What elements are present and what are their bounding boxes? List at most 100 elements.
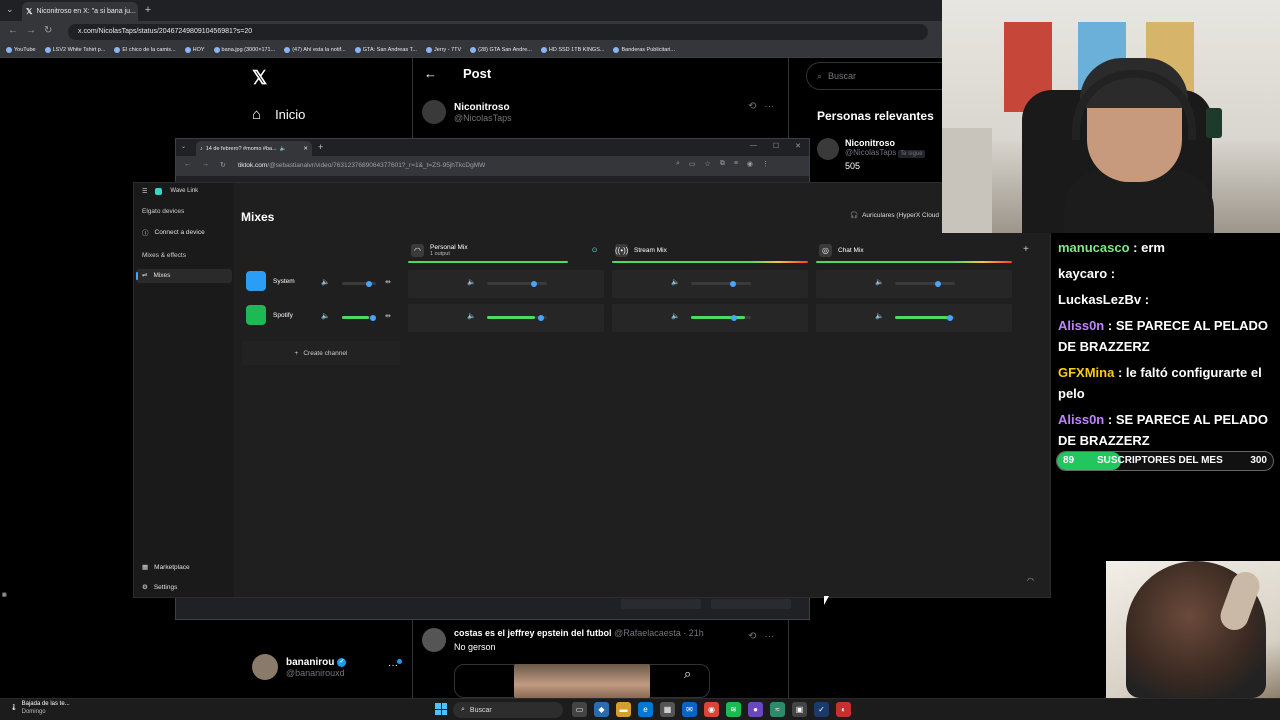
mix-header-stream[interactable]: ((•)) Stream Mix: [615, 237, 807, 263]
bookmark-item[interactable]: (28) GTA San Andre...: [470, 47, 532, 53]
chrome-icon[interactable]: ◉: [704, 702, 719, 717]
bookmark-item[interactable]: Jerry - 7TV: [425, 47, 461, 53]
task-view-icon[interactable]: ▭: [572, 702, 587, 717]
file-explorer-icon[interactable]: ▬: [616, 702, 631, 717]
link-icon[interactable]: ⇹: [385, 312, 391, 320]
profile-icon[interactable]: ◉: [747, 160, 753, 168]
volume-knob[interactable]: [935, 280, 942, 287]
ear-icon[interactable]: ʘ: [592, 247, 597, 254]
mute-icon[interactable]: 🔈: [321, 278, 330, 286]
channel-system[interactable]: System: [246, 271, 295, 291]
add-mix-button[interactable]: +: [1023, 244, 1029, 255]
channel-spotify[interactable]: Spotify: [246, 305, 293, 325]
reply-image[interactable]: [514, 664, 650, 698]
volume-knob[interactable]: [538, 314, 544, 321]
media-icon[interactable]: ≡: [734, 160, 738, 168]
volume-slider[interactable]: [342, 280, 376, 287]
volume-knob[interactable]: [369, 314, 376, 321]
volume-knob[interactable]: [730, 280, 736, 287]
x-logo[interactable]: 𝕏: [252, 67, 267, 90]
chat-username[interactable]: GFXMina: [1058, 365, 1114, 380]
tab-close-icon[interactable]: ✕: [303, 146, 308, 152]
weather-widget[interactable]: 🌡 Bajada de las te... Domingo: [10, 700, 70, 716]
chat-username[interactable]: LuckasLezBv: [1058, 292, 1141, 307]
avatar[interactable]: [422, 100, 446, 124]
search-input[interactable]: ⌕ Buscar: [806, 62, 956, 90]
volume-slider[interactable]: [895, 280, 955, 287]
mute-icon[interactable]: 🔈: [875, 278, 884, 286]
volume-slider[interactable]: [342, 314, 376, 321]
bookmark-item[interactable]: bana.jpg (3000×171...: [213, 47, 275, 53]
grok-icon[interactable]: ⟲: [748, 101, 756, 112]
more-icon[interactable]: ···: [764, 631, 774, 642]
bookmark-star-icon[interactable]: ☆: [705, 160, 711, 168]
forward-icon[interactable]: →: [26, 25, 36, 36]
app-icon-red[interactable]: ◐: [836, 702, 851, 717]
chat-username[interactable]: manucasco: [1058, 240, 1130, 255]
sidebar-item-mixes[interactable]: ⇌ Mixes: [142, 271, 170, 280]
reload-icon[interactable]: ↻: [44, 25, 52, 36]
volume-knob[interactable]: [731, 314, 738, 321]
mute-icon[interactable]: 🔈: [671, 278, 680, 286]
bookmark-item[interactable]: Banderas Publicitari...: [613, 47, 675, 53]
maximize-icon[interactable]: ☐: [773, 142, 779, 150]
obs-icon[interactable]: ●: [748, 702, 763, 717]
new-tab-button[interactable]: +: [318, 142, 323, 152]
cast-icon[interactable]: ▭: [689, 160, 696, 168]
volume-slider[interactable]: [691, 314, 751, 321]
taskbar-search[interactable]: ⌕ Buscar: [453, 702, 563, 718]
feedback-icon[interactable]: ◠: [1027, 576, 1034, 585]
menu-icon[interactable]: ⋮: [762, 160, 769, 168]
tab-search-icon[interactable]: ⌄: [6, 4, 14, 15]
more-icon[interactable]: ···: [764, 101, 774, 112]
volume-slider[interactable]: [895, 314, 955, 321]
forward-icon[interactable]: →: [202, 161, 209, 168]
zoom-icon[interactable]: ⌕: [676, 160, 680, 168]
mix-header-personal[interactable]: ◠ Personal Mix 1 output ʘ: [411, 237, 603, 263]
mail-icon[interactable]: ✉: [682, 702, 697, 717]
bookmark-item[interactable]: (47) Ahí esta la notif...: [284, 47, 346, 53]
hamburger-icon[interactable]: ☰: [142, 188, 147, 195]
volume-slider[interactable]: [691, 280, 751, 287]
image-search-icon[interactable]: ⌕: [684, 666, 691, 682]
back-icon[interactable]: ←: [8, 25, 18, 36]
volume-knob[interactable]: [530, 280, 537, 287]
bookmark-item[interactable]: LSV2 White Tshirt p...: [44, 47, 105, 53]
mute-icon[interactable]: 🔈: [671, 312, 680, 320]
volume-knob[interactable]: [365, 280, 372, 287]
bookmark-item[interactable]: YouTube: [6, 47, 36, 53]
bookmark-item[interactable]: GTA: San Andreas T...: [354, 47, 417, 53]
copilot-icon[interactable]: ◆: [594, 702, 609, 717]
url-field[interactable]: x.com/NicolasTaps/status/204672498091045…: [68, 24, 928, 40]
app-icon[interactable]: ▣: [792, 702, 807, 717]
tab-tiktok[interactable]: ♪ 14 de febrero? #momo #ba... 🔈 ✕: [196, 141, 312, 156]
reload-icon[interactable]: ↻: [220, 161, 226, 169]
bookmark-item[interactable]: El chico de la camis...: [114, 47, 176, 53]
tab-x-post[interactable]: 𝕏 Niconitroso en X: "a si bana ju... ✕: [22, 2, 138, 21]
post-author[interactable]: Niconitroso @NicolasTaps: [422, 100, 512, 124]
mix-header-chat[interactable]: ◎ Chat Mix: [819, 237, 1011, 263]
account-switcher[interactable]: bananirou ✓ @bananirouxd: [252, 654, 347, 680]
link-icon[interactable]: ⇹: [385, 278, 391, 286]
nav-home[interactable]: ⌂ Inicio: [252, 106, 305, 123]
steam-icon[interactable]: ✓: [814, 702, 829, 717]
sidebar-item-settings[interactable]: ⚙ Settings: [142, 583, 177, 592]
sidebar-item-marketplace[interactable]: ▦ Marketplace: [142, 563, 190, 572]
minimize-icon[interactable]: —: [750, 142, 757, 150]
mute-icon[interactable]: 🔈: [875, 312, 884, 320]
back-arrow-icon[interactable]: ←: [424, 66, 437, 81]
output-device-selector[interactable]: 🎧 Auriculares (HyperX Cloud: [850, 211, 939, 220]
extensions-icon[interactable]: ⧉: [720, 160, 725, 168]
grok-icon[interactable]: ⟲: [748, 631, 756, 642]
volume-slider[interactable]: [487, 314, 547, 321]
windows-start-icon[interactable]: [435, 703, 447, 715]
reply-post[interactable]: costas es el jeffrey epstein del futbol …: [422, 628, 782, 652]
store-icon[interactable]: ▦: [660, 702, 675, 717]
relevant-user[interactable]: Niconitroso @NicolasTaps Te sigue 505: [817, 138, 925, 171]
tab-search-icon[interactable]: ⌄: [181, 143, 186, 150]
create-channel-button[interactable]: + Create channel: [242, 341, 400, 365]
new-tab-button[interactable]: +: [141, 3, 155, 17]
bookmark-item[interactable]: HD SSD 1TB KINGS...: [540, 47, 604, 53]
back-icon[interactable]: ←: [184, 161, 191, 168]
edge-icon[interactable]: e: [638, 702, 653, 717]
